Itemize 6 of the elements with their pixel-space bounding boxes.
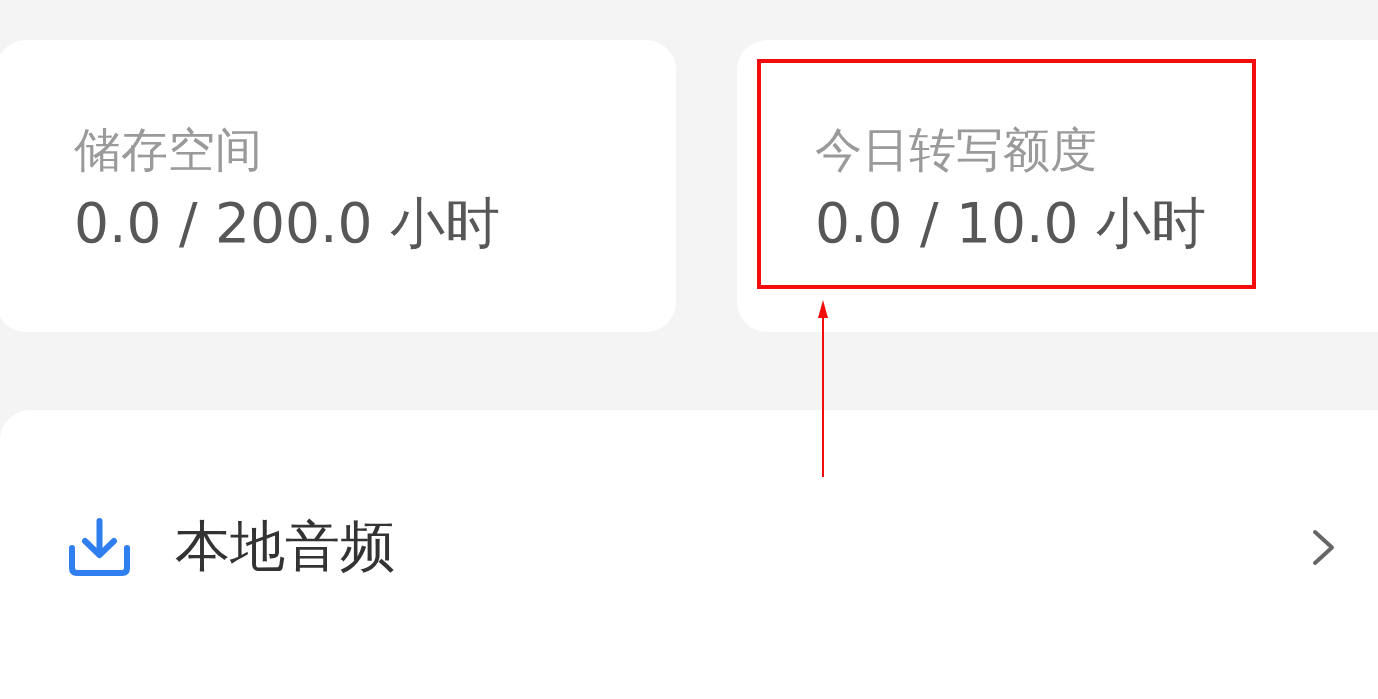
chevron-right-icon <box>1312 528 1335 566</box>
stat-label: 今日转写额度 <box>815 121 1097 179</box>
stat-value: 0.0 / 200.0 小时 <box>74 190 500 257</box>
stat-label: 储存空间 <box>74 121 262 179</box>
download-icon <box>68 518 131 576</box>
stat-value: 0.0 / 10.0 小时 <box>815 190 1206 257</box>
